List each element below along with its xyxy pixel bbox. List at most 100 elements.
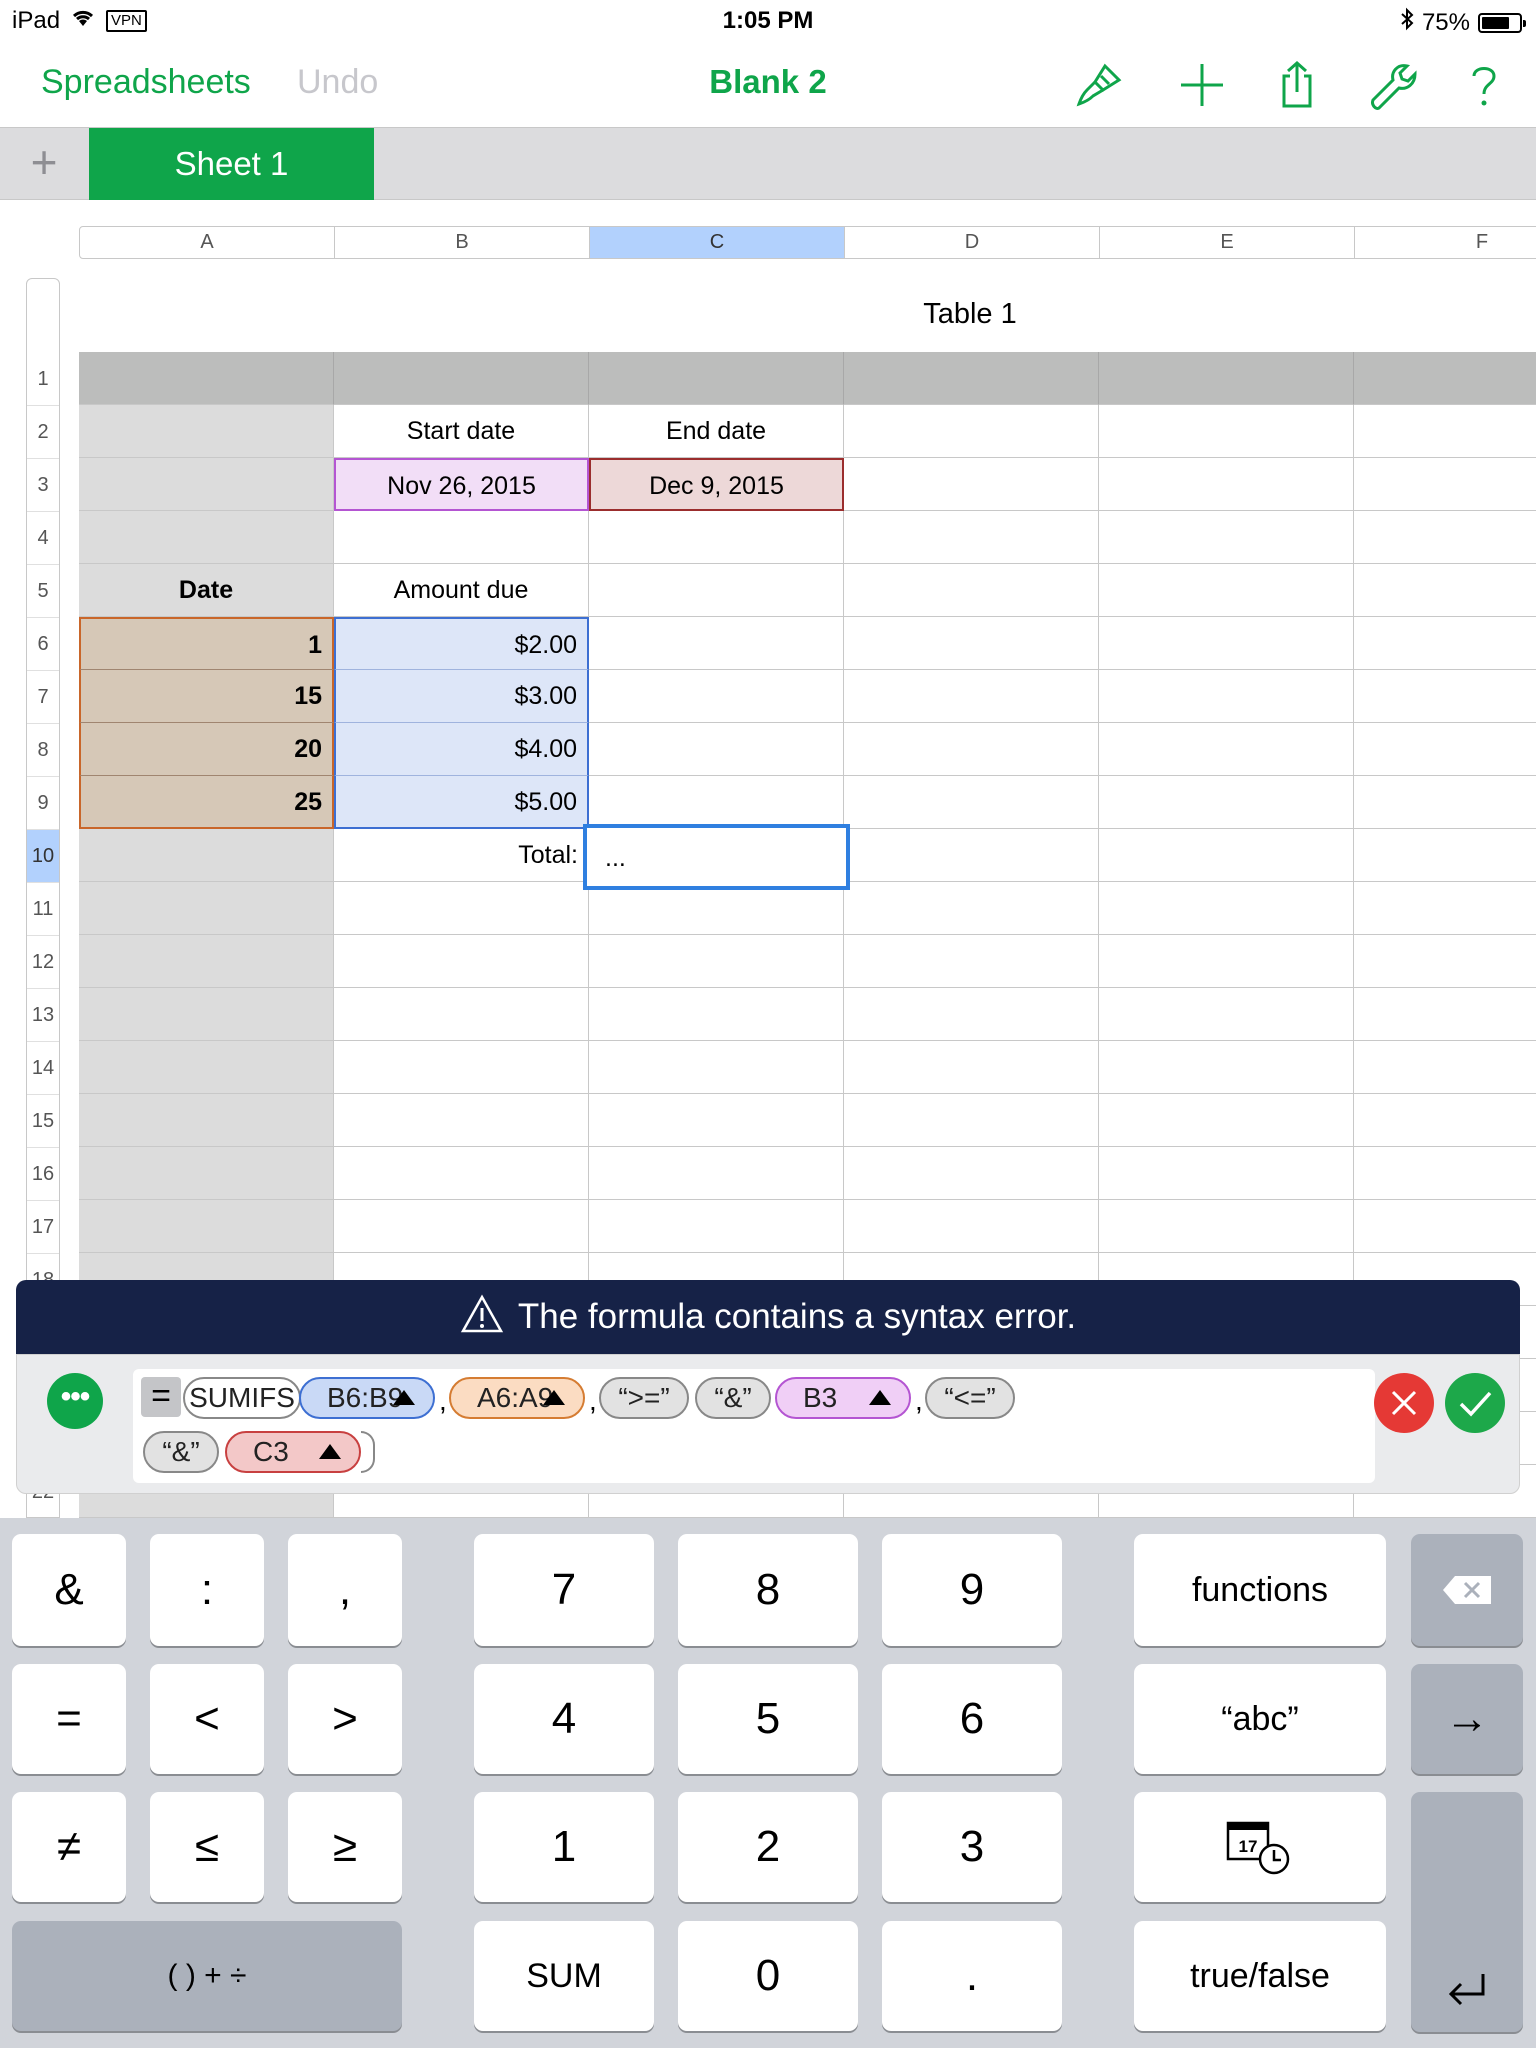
key-next-arrow[interactable]: → [1411, 1664, 1523, 1774]
cell-a12[interactable] [79, 935, 334, 988]
cell-c14[interactable] [589, 1041, 844, 1094]
cell-c4[interactable] [589, 511, 844, 564]
key-2[interactable]: 2 [678, 1792, 858, 1902]
cell-e17[interactable] [1099, 1200, 1354, 1253]
cell-f3[interactable] [1354, 458, 1536, 511]
date-cell[interactable]: 1 [79, 617, 334, 670]
wrench-icon[interactable] [1367, 60, 1417, 110]
more-options-button[interactable]: ••• [47, 1373, 103, 1429]
cell-a10[interactable] [79, 829, 334, 882]
cell-f17[interactable] [1354, 1200, 1536, 1253]
cell-d11[interactable] [844, 882, 1099, 935]
cell-d5[interactable] [844, 564, 1099, 617]
row-header-17[interactable]: 17 [27, 1201, 59, 1254]
row-header-13[interactable]: 13 [27, 989, 59, 1042]
cell-f15[interactable] [1354, 1094, 1536, 1147]
amount-cell[interactable]: $5.00 [334, 776, 589, 829]
cell-f6[interactable] [1354, 617, 1536, 670]
cell-e9[interactable] [1099, 776, 1354, 829]
column-header-d[interactable]: D [845, 227, 1100, 258]
column-header-b[interactable]: B [335, 227, 590, 258]
row-header-4[interactable]: 4 [27, 512, 59, 565]
cell-e15[interactable] [1099, 1094, 1354, 1147]
key-6[interactable]: 6 [882, 1664, 1062, 1774]
cell-c17[interactable] [589, 1200, 844, 1253]
tab-sheet-1[interactable]: Sheet 1 [89, 128, 374, 200]
cell-d6[interactable] [844, 617, 1099, 670]
accept-formula-button[interactable] [1445, 1373, 1505, 1433]
add-sheet-button[interactable]: + [22, 139, 66, 186]
cell-e5[interactable] [1099, 564, 1354, 617]
key-return[interactable] [1411, 1792, 1523, 2032]
key-7[interactable]: 7 [474, 1534, 654, 1646]
criteria-range-token[interactable]: A6:A9 [449, 1377, 585, 1419]
cell-e3[interactable] [1099, 458, 1354, 511]
column-header-a[interactable]: A [80, 227, 335, 258]
row-header-9[interactable]: 9 [27, 777, 59, 830]
key-less-than[interactable]: < [150, 1664, 264, 1774]
cell-f7[interactable] [1354, 670, 1536, 723]
cell-a16[interactable] [79, 1147, 334, 1200]
cell-e2[interactable] [1099, 405, 1354, 458]
amount-header-cell[interactable]: Amount due [334, 564, 589, 617]
cell-f14[interactable] [1354, 1041, 1536, 1094]
key-5[interactable]: 5 [678, 1664, 858, 1774]
cell-b17[interactable] [334, 1200, 589, 1253]
cell-a15[interactable] [79, 1094, 334, 1147]
cell-d17[interactable] [844, 1200, 1099, 1253]
triangle-up-icon[interactable] [869, 1390, 891, 1405]
cell-f2[interactable] [1354, 405, 1536, 458]
cancel-formula-button[interactable] [1374, 1373, 1434, 1433]
key-less-equal[interactable]: ≤ [150, 1792, 264, 1902]
key-greater-than[interactable]: > [288, 1664, 402, 1774]
cell-b1[interactable] [334, 352, 589, 405]
cell-d13[interactable] [844, 988, 1099, 1041]
key-ampersand[interactable]: & [12, 1534, 126, 1646]
key-comma[interactable]: , [288, 1534, 402, 1646]
key-text-string[interactable]: “abc” [1134, 1664, 1386, 1774]
end-date-label[interactable]: End date [589, 405, 844, 458]
cell-d3[interactable] [844, 458, 1099, 511]
cell-c9[interactable] [589, 776, 844, 829]
end-date-cell[interactable]: Dec 9, 2015 [589, 458, 844, 511]
cell-e14[interactable] [1099, 1041, 1354, 1094]
help-icon[interactable] [1459, 60, 1509, 110]
key-8[interactable]: 8 [678, 1534, 858, 1646]
key-1[interactable]: 1 [474, 1792, 654, 1902]
string-token[interactable]: “&” [695, 1377, 771, 1419]
row-header-5[interactable]: 5 [27, 565, 59, 618]
cell-a4[interactable] [79, 511, 334, 564]
date-header-cell[interactable]: Date [79, 564, 334, 617]
spreadsheets-button[interactable]: Spreadsheets [41, 63, 251, 102]
cell-c1[interactable] [589, 352, 844, 405]
key-colon[interactable]: : [150, 1534, 264, 1646]
cell-e4[interactable] [1099, 511, 1354, 564]
cell-b13[interactable] [334, 988, 589, 1041]
start-date-cell[interactable]: Nov 26, 2015 [334, 458, 589, 511]
key-functions[interactable]: functions [1134, 1534, 1386, 1646]
sum-range-token[interactable]: B6:B9 [299, 1377, 435, 1419]
amount-cell[interactable]: $4.00 [334, 723, 589, 776]
cell-e8[interactable] [1099, 723, 1354, 776]
cell-d7[interactable] [844, 670, 1099, 723]
key-3[interactable]: 3 [882, 1792, 1062, 1902]
cell-b4[interactable] [334, 511, 589, 564]
row-header-2[interactable]: 2 [27, 406, 59, 459]
cell-d10[interactable] [844, 829, 1099, 882]
cell-f5[interactable] [1354, 564, 1536, 617]
cell-e6[interactable] [1099, 617, 1354, 670]
key-date-time[interactable]: 17 [1134, 1792, 1386, 1902]
row-header-3[interactable]: 3 [27, 459, 59, 512]
key-4[interactable]: 4 [474, 1664, 654, 1774]
total-label-cell[interactable]: Total: [334, 829, 589, 882]
cell-a11[interactable] [79, 882, 334, 935]
cell-d1[interactable] [844, 352, 1099, 405]
cell-e1[interactable] [1099, 352, 1354, 405]
key-sum[interactable]: SUM [474, 1921, 654, 2031]
cell-a17[interactable] [79, 1200, 334, 1253]
cell-b14[interactable] [334, 1041, 589, 1094]
cell-c12[interactable] [589, 935, 844, 988]
plus-icon[interactable] [1177, 60, 1227, 110]
triangle-up-icon[interactable] [393, 1390, 415, 1405]
start-date-ref-token[interactable]: B3 [775, 1377, 911, 1419]
